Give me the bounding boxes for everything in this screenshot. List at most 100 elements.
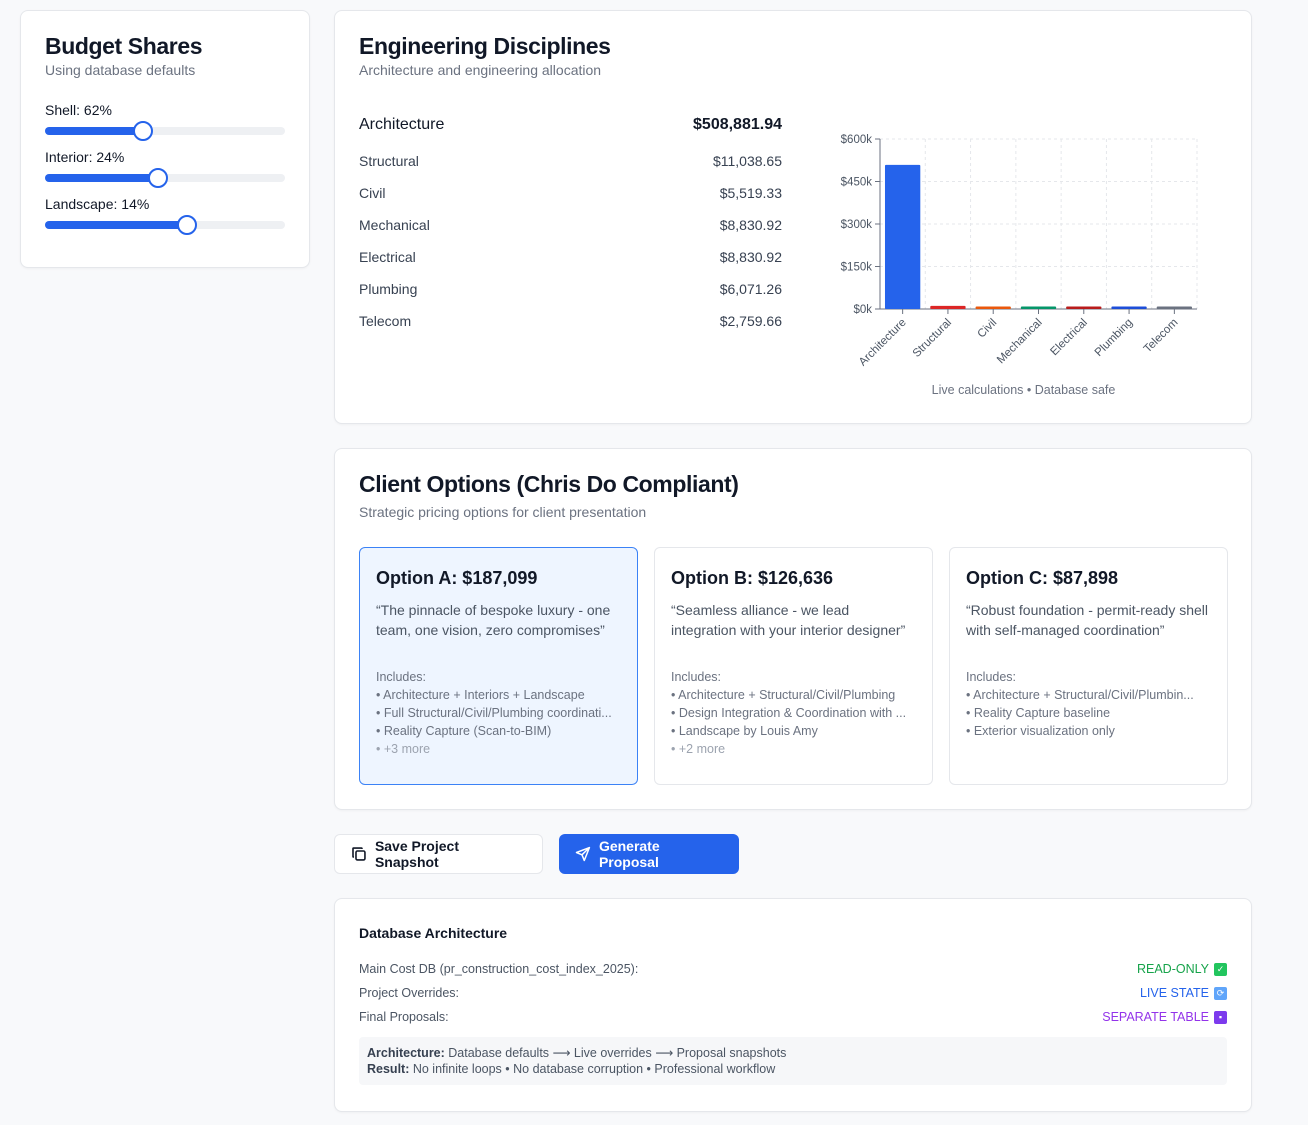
discipline-row: Architecture $508,881.94: [359, 105, 782, 145]
discipline-amount: $6,071.26: [719, 281, 782, 297]
bar-mechanical: [1020, 306, 1057, 309]
database-status-text: SEPARATE TABLE: [1102, 1010, 1209, 1024]
option-includes-label: Includes:: [966, 670, 1017, 684]
client-options-card: Client Options (Chris Do Compliant) Stra…: [334, 448, 1252, 810]
generate-proposal-button[interactable]: Generate Proposal: [559, 834, 739, 874]
discipline-name: Electrical: [359, 249, 416, 265]
send-icon: [575, 846, 591, 862]
generate-button-label: Generate Proposal: [598, 838, 660, 870]
slider-label: Shell: 62%: [45, 102, 112, 118]
option-card-b[interactable]: Option B: $126,636 “Seamless alliance - w…: [654, 547, 933, 785]
discipline-row: Plumbing $6,071.26: [359, 273, 782, 305]
discipline-table: Architecture $508,881.94 Structural $11,038…: [359, 105, 782, 337]
discipline-amount: $8,830.92: [719, 217, 782, 233]
discipline-row: Mechanical $8,830.92: [359, 209, 782, 241]
slider-fill: [45, 127, 143, 135]
option-include-item: • Landscape by Louis Amy: [671, 724, 818, 738]
database-status-badge: LIVE STATE ⟳: [1140, 986, 1227, 1000]
database-status-text: LIVE STATE: [1139, 986, 1209, 1000]
slider-fill: [45, 174, 158, 182]
save-project-snapshot-button[interactable]: Save Project Snapshot: [334, 834, 543, 874]
slider-thumb[interactable]: [133, 121, 153, 141]
database-row: Main Cost DB (pr_construction_cost_index…: [359, 961, 1227, 977]
y-tick-label: $150k: [841, 262, 873, 274]
discipline-name: Civil: [359, 185, 386, 201]
option-include-item: • Architecture + Structural/Civil/Plumbi…: [966, 688, 1194, 702]
bar-electrical: [1066, 306, 1102, 309]
options-title: Client Options (Chris Do Compliant): [359, 471, 739, 497]
discipline-row: Civil $5,519.33: [359, 177, 782, 209]
option-title: Option C: $87,898: [966, 568, 1119, 588]
discipline-name: Plumbing: [359, 281, 418, 297]
option-include-item: • Design Integration & Coordination with…: [671, 706, 907, 720]
slider-track[interactable]: [45, 168, 285, 188]
database-row: Project Overrides: LIVE STATE ⟳: [359, 985, 1227, 1001]
option-include-item: • Architecture + Interiors + Landscape: [376, 688, 585, 702]
bar-telecom: [1156, 306, 1193, 309]
options-subtitle: Strategic pricing options for client pre…: [359, 504, 647, 520]
slider-track[interactable]: [45, 121, 285, 141]
slider-label: Landscape: 14%: [45, 196, 150, 212]
option-quote: “Robust foundation - permit-ready shell …: [966, 602, 1209, 638]
refresh-icon: ⟳: [1214, 986, 1227, 1000]
option-include-item: • Reality Capture (Scan-to-BIM): [376, 724, 552, 738]
save-button-label: Save Project Snapshot: [374, 838, 459, 870]
discipline-bar-chart: $0k $150k $300k $450k $600k Architecture Struc…: [841, 134, 1198, 397]
chart-caption: Live calculations • Database safe: [932, 383, 1116, 397]
slider-thumb[interactable]: [148, 168, 168, 188]
discipline-row: Structural $11,038.65: [359, 145, 782, 177]
database-row-label: Project Overrides:: [359, 986, 460, 1000]
note-result-text: No infinite loops • No database corrupti…: [412, 1062, 776, 1076]
x-tick-label: Architecture: [857, 317, 909, 369]
floppy-disk-icon: ▪: [1214, 1010, 1227, 1024]
option-title: Option A: $187,099: [376, 568, 538, 588]
x-tick-label: Mechanical: [995, 317, 1045, 367]
option-more-link[interactable]: • +3 more: [376, 742, 621, 756]
option-quote: “Seamless alliance - we lead integration…: [671, 602, 906, 638]
discipline-name: Telecom: [359, 313, 412, 329]
note-result-label: Result:: [367, 1062, 410, 1076]
option-card-a[interactable]: Option A: $187,099 “The pinnacle of bespo…: [359, 547, 638, 785]
bar-structural: [930, 305, 966, 309]
discipline-amount: $2,759.66: [719, 313, 782, 329]
note-architecture-label: Architecture:: [367, 1046, 445, 1060]
y-tick-label: $300k: [841, 219, 873, 231]
x-tick-label: Plumbing: [1093, 317, 1135, 359]
option-card-c[interactable]: Option C: $87,898 “Robust foundation - pe…: [949, 547, 1228, 785]
y-tick-label: $600k: [841, 134, 873, 146]
database-architecture-card: Database Architecture Main Cost DB (pr_c…: [334, 898, 1252, 1112]
discipline-amount: $5,519.33: [719, 185, 782, 201]
discipline-name: Mechanical: [359, 217, 430, 233]
discipline-name: Structural: [359, 153, 419, 169]
copy-icon: [352, 847, 366, 861]
slider-fill: [45, 221, 187, 229]
budget-subtitle: Using database defaults: [45, 62, 196, 78]
slider-thumb[interactable]: [177, 215, 197, 235]
option-include-item: • Full Structural/Civil/Plumbing coordin…: [376, 706, 612, 720]
database-status-badge: READ-ONLY ✓: [1137, 962, 1227, 976]
slider-track[interactable]: [45, 215, 285, 235]
engineering-disciplines-card: Engineering Disciplines Architecture and…: [334, 10, 1252, 424]
database-row: Final Proposals: SEPARATE TABLE ▪: [359, 1009, 1227, 1025]
bar-plumbing: [1111, 306, 1147, 309]
x-tick-label: Structural: [911, 317, 954, 360]
option-include-item: • Reality Capture baseline: [966, 706, 1111, 720]
discipline-amount: $508,881.94: [693, 116, 782, 133]
x-tick-label: Civil: [975, 317, 999, 341]
check-icon: ✓: [1214, 962, 1227, 976]
option-include-item: • Exterior visualization only: [966, 724, 1115, 738]
database-title: Database Architecture: [359, 925, 508, 941]
option-more-link[interactable]: • +2 more: [671, 742, 916, 756]
option-includes-label: Includes:: [376, 670, 427, 684]
note-architecture-text: Database defaults ⟶ Live overrides ⟶ Pro…: [448, 1046, 787, 1060]
engineering-title: Engineering Disciplines: [359, 33, 611, 59]
y-tick-label: $450k: [841, 177, 873, 189]
database-row-label: Final Proposals:: [359, 1010, 449, 1024]
slider-1: Interior: 24%: [45, 149, 285, 188]
slider-label: Interior: 24%: [45, 149, 125, 165]
slider-2: Landscape: 14%: [45, 196, 285, 235]
y-tick-label: $0k: [853, 304, 872, 316]
bar-architecture: [884, 164, 921, 309]
x-tick-label: Telecom: [1142, 317, 1181, 356]
discipline-name: Architecture: [359, 116, 445, 133]
